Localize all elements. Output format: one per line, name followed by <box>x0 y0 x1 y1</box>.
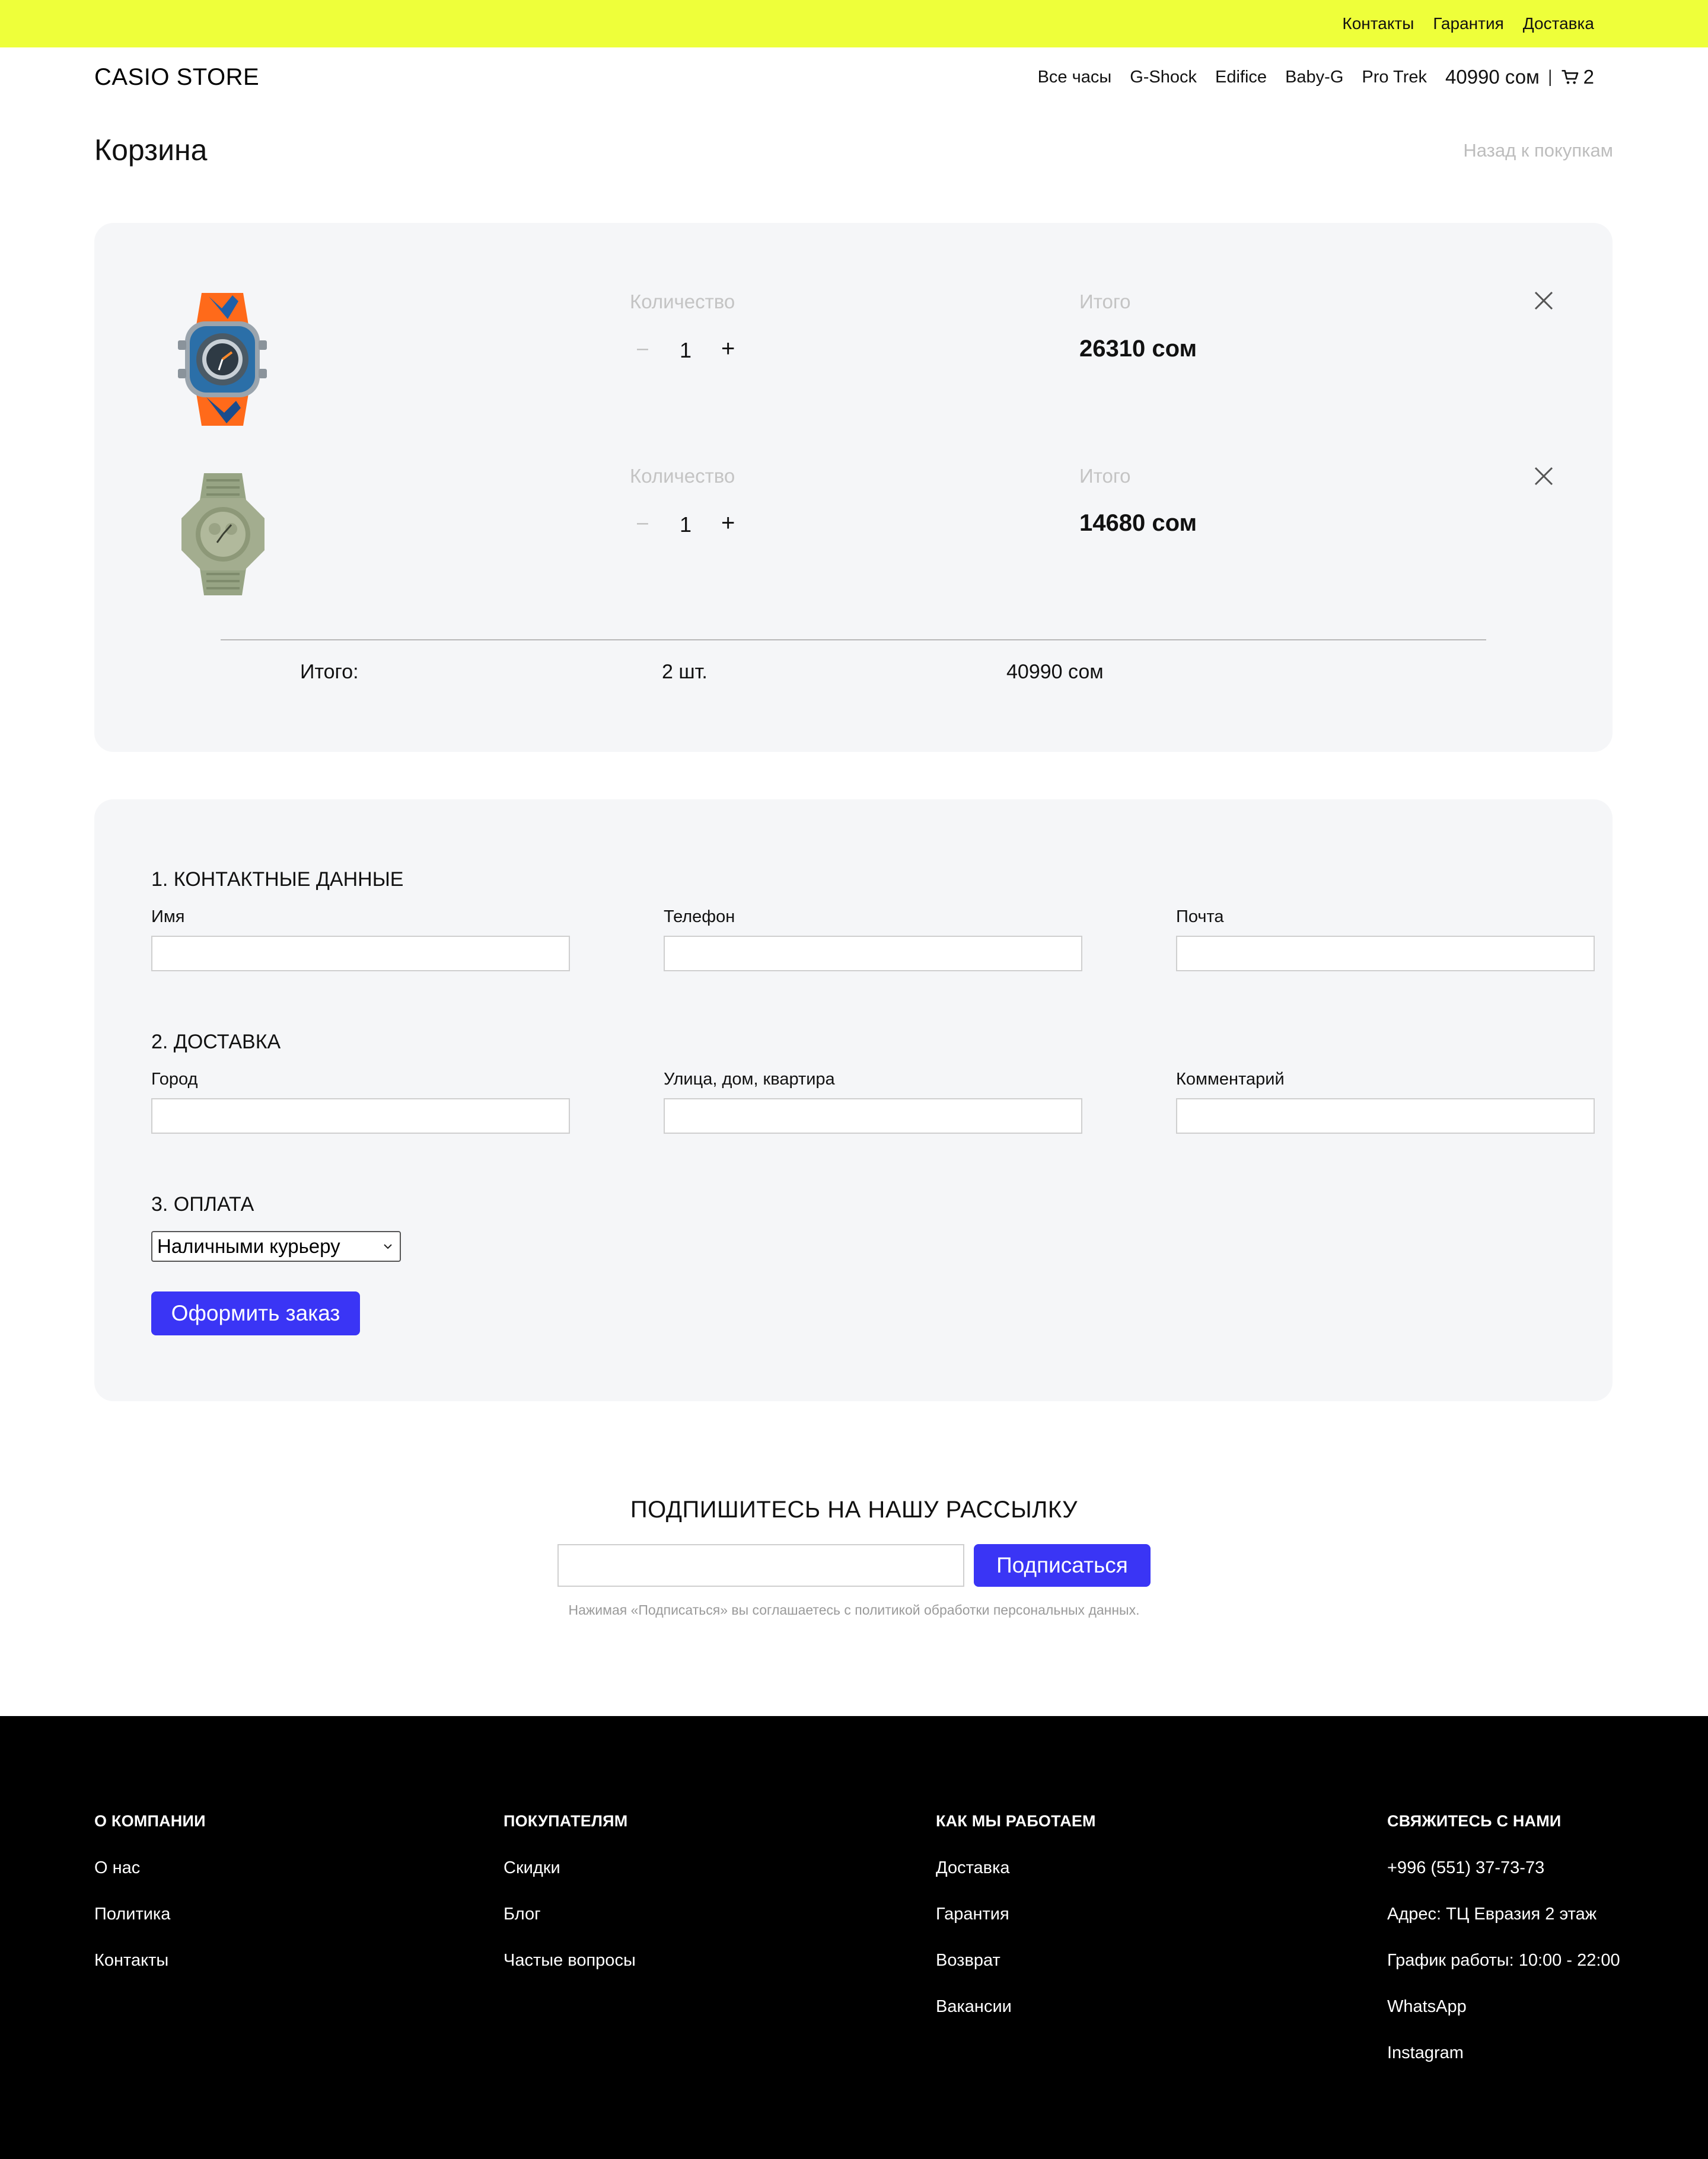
name-label: Имя <box>151 907 185 926</box>
nav-all-watches[interactable]: Все часы <box>1038 68 1112 87</box>
footer-column-how-we-work: КАК МЫ РАБОТАЕМ Доставка Гарантия Возвра… <box>936 1812 1096 2043</box>
main-nav: Все часы G-Shock Edifice Baby-G Pro Trek… <box>1019 64 1594 90</box>
comment-input[interactable] <box>1176 1098 1595 1134</box>
cart-icon[interactable] <box>1561 68 1580 87</box>
footer-address: Адрес: ТЦ Евразия 2 этаж <box>1387 1905 1597 1924</box>
top-link-warranty[interactable]: Гарантия <box>1433 14 1503 33</box>
chevron-down-icon <box>384 1244 392 1249</box>
quantity-label: Количество <box>630 291 735 312</box>
name-input[interactable] <box>151 936 570 971</box>
footer-column-contact: СВЯЖИТЕСЬ С НАМИ +996 (551) 37-73-73 Адр… <box>1387 1812 1620 2089</box>
site-logo[interactable]: CASIO STORE <box>94 64 259 91</box>
delivery-section-title: 2. ДОСТАВКА <box>151 1031 281 1053</box>
product-image-watch-1[interactable] <box>172 288 273 430</box>
address-input[interactable] <box>664 1098 1082 1134</box>
newsletter-title: ПОДПИШИТЕСЬ НА НАШУ РАССЫЛКУ <box>630 1497 1078 1523</box>
cart-sum[interactable]: 40990 сом <box>1445 66 1540 88</box>
remove-item-close-icon[interactable] <box>1534 291 1554 311</box>
footer-column-customers: ПОКУПАТЕЛЯМ Скидки Блог Частые вопросы <box>504 1812 636 1997</box>
address-label: Улица, дом, квартира <box>664 1070 835 1089</box>
quantity-decrease-button[interactable]: – <box>637 337 648 360</box>
item-total-label: Итого <box>1079 465 1131 487</box>
nav-edifice[interactable]: Edifice <box>1215 68 1267 87</box>
top-link-delivery[interactable]: Доставка <box>1523 14 1594 33</box>
footer-link-policy[interactable]: Политика <box>94 1904 206 1950</box>
nav-protrek[interactable]: Pro Trek <box>1362 68 1427 87</box>
payment-method-select[interactable]: Наличными курьеру <box>151 1231 401 1262</box>
quantity-increase-button[interactable]: + <box>721 336 735 362</box>
footer-link-returns[interactable]: Возврат <box>936 1950 1096 1997</box>
quantity-decrease-button[interactable]: – <box>637 511 648 534</box>
top-bar: Контакты Гарантия Доставка <box>0 0 1708 47</box>
footer-link-discounts[interactable]: Скидки <box>504 1858 636 1904</box>
quantity-value: 1 <box>680 512 692 537</box>
comment-label: Комментарий <box>1176 1070 1285 1089</box>
footer-link-warranty[interactable]: Гарантия <box>936 1904 1096 1950</box>
item-total: 14680 сом <box>1079 510 1197 536</box>
newsletter-email-input[interactable] <box>557 1544 964 1587</box>
footer-link-delivery[interactable]: Доставка <box>936 1858 1096 1904</box>
footer-link-instagram[interactable]: Instagram <box>1387 2043 1620 2089</box>
email-input[interactable] <box>1176 936 1595 971</box>
place-order-button[interactable]: Оформить заказ <box>151 1291 360 1335</box>
footer-link-contacts[interactable]: Контакты <box>94 1950 206 1997</box>
page-title: Корзина <box>94 133 208 167</box>
city-input[interactable] <box>151 1098 570 1134</box>
footer-link-about[interactable]: О нас <box>94 1858 206 1904</box>
product-image-watch-2[interactable] <box>176 471 270 598</box>
footer-column-title: СВЯЖИТЕСЬ С НАМИ <box>1387 1812 1562 1830</box>
top-link-contacts[interactable]: Контакты <box>1342 14 1414 33</box>
newsletter-consent-note: Нажимая «Подписаться» вы соглашаетесь с … <box>568 1602 1140 1618</box>
footer-link-vacancies[interactable]: Вакансии <box>936 1997 1096 2043</box>
email-label: Почта <box>1176 907 1224 926</box>
cart-summary-label: Итого: <box>300 661 359 683</box>
nav-gshock[interactable]: G-Shock <box>1130 68 1197 87</box>
item-total: 26310 сом <box>1079 336 1197 362</box>
footer-column-title: ПОКУПАТЕЛЯМ <box>504 1812 628 1830</box>
footer-working-hours: График работы: 10:00 - 22:00 <box>1387 1951 1620 1970</box>
payment-selected-value: Наличными курьеру <box>157 1235 340 1257</box>
footer-column-title: КАК МЫ РАБОТАЕМ <box>936 1812 1096 1830</box>
quantity-increase-button[interactable]: + <box>721 510 735 537</box>
cart-summary-total: 40990 сом <box>1006 661 1104 683</box>
footer-column-company: О КОМПАНИИ О нас Политика Контакты <box>94 1812 206 1997</box>
nav-separator: | <box>1547 67 1553 87</box>
cart-summary-quantity: 2 шт. <box>662 661 708 683</box>
cart-divider <box>221 639 1486 640</box>
quantity-label: Количество <box>630 465 735 487</box>
quantity-value: 1 <box>680 338 692 362</box>
city-label: Город <box>151 1070 198 1089</box>
subscribe-button[interactable]: Подписаться <box>974 1544 1151 1587</box>
phone-input[interactable] <box>664 936 1082 971</box>
footer-column-title: О КОМПАНИИ <box>94 1812 206 1830</box>
item-total-label: Итого <box>1079 291 1131 312</box>
footer-link-faq[interactable]: Частые вопросы <box>504 1950 636 1997</box>
cart-count[interactable]: 2 <box>1583 66 1594 88</box>
phone-label: Телефон <box>664 907 735 926</box>
footer: О КОМПАНИИ О нас Политика Контакты ПОКУП… <box>0 1716 1708 2159</box>
footer-phone-link[interactable]: +996 (551) 37-73-73 <box>1387 1858 1620 1904</box>
footer-link-blog[interactable]: Блог <box>504 1904 636 1950</box>
back-to-shopping-link[interactable]: Назад к покупкам <box>1463 140 1613 161</box>
contact-section-title: 1. КОНТАКТНЫЕ ДАННЫЕ <box>151 868 404 891</box>
remove-item-close-icon[interactable] <box>1534 466 1554 486</box>
footer-link-whatsapp[interactable]: WhatsApp <box>1387 1997 1620 2043</box>
nav-babyg[interactable]: Baby-G <box>1285 68 1343 87</box>
top-links: Контакты Гарантия Доставка <box>1342 0 1594 47</box>
payment-section-title: 3. ОПЛАТА <box>151 1193 254 1216</box>
